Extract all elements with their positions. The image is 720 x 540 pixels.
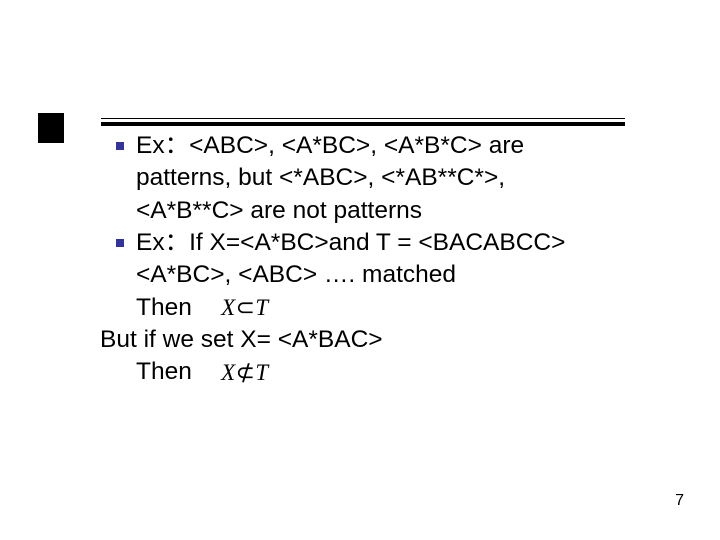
page-number: 7 [675, 492, 684, 510]
slide: Ex：<ABC>, <A*BC>, <A*B*C> are patterns, … [0, 0, 720, 540]
bullet2-line2: <A*BC>, <ABC> …. matched [136, 261, 456, 288]
math-x: X [221, 295, 236, 320]
bullet1-line1: Ex：<ABC>, <A*BC>, <A*B*C> are [136, 132, 524, 159]
then-label-1: Then [136, 294, 192, 321]
bullet-item-1: Ex：<ABC>, <A*BC>, <A*B*C> are patterns, … [100, 130, 630, 227]
not-subset-symbol-icon: ⊄ [236, 360, 256, 385]
slide-body: Ex：<ABC>, <A*BC>, <A*B*C> are patterns, … [100, 130, 630, 389]
then-label-2: Then [136, 358, 192, 385]
but-if-line: But if we set X= <A*BAC> [100, 324, 630, 356]
bullet1-line2: patterns, but <*ABC>, <*AB**C*>, [136, 164, 505, 191]
bullet-item-2: Ex：If X=<A*BC>and T = <BACABCC> <A*BC>, … [100, 227, 630, 389]
math-x-subset-t: X⊂T [219, 293, 271, 323]
bullet1-line3: <A*B**C> are not patterns [136, 197, 422, 224]
rule-thick [101, 122, 625, 126]
square-bullet-icon [116, 142, 124, 150]
math-x2: X [221, 360, 236, 385]
horizontal-rule [101, 118, 625, 126]
square-bullet-icon [116, 239, 124, 247]
rule-tick-decoration [38, 113, 64, 143]
math-t: T [255, 295, 268, 320]
rule-thin [101, 118, 625, 119]
bullet2-line1: Ex：If X=<A*BC>and T = <BACABCC> [136, 229, 565, 256]
math-x-not-subset-t: X⊄T [219, 358, 271, 388]
math-t2: T [255, 360, 268, 385]
subset-symbol-icon: ⊂ [236, 295, 256, 320]
but-if-text: But if we set X= <A*BAC> [100, 326, 383, 353]
